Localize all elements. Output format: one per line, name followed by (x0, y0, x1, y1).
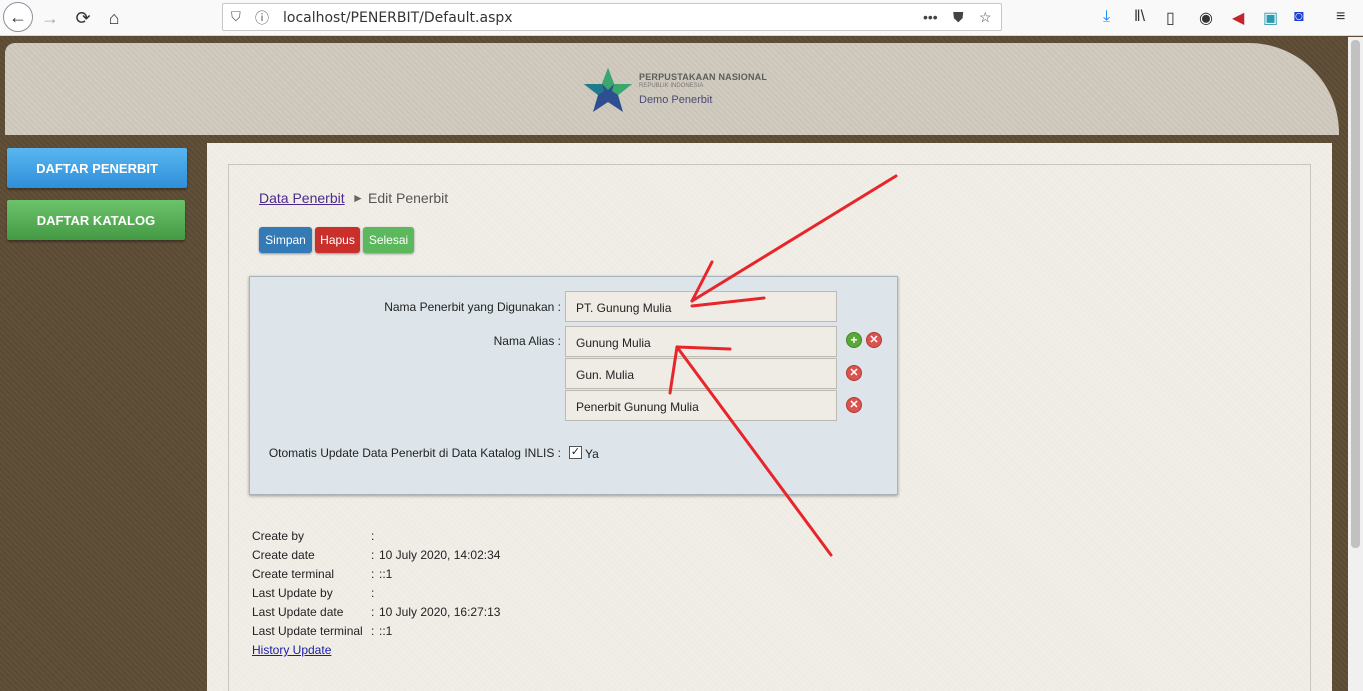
remove-alias-icon[interactable]: ✕ (846, 397, 862, 413)
meta-label: Last Update by (252, 586, 333, 600)
browser-toolbar: ← → ⟳ ⌂ ⛉ ⓘ localhost/PENERBIT/Default.a… (0, 0, 1363, 36)
menu-icon[interactable]: ≡ (1336, 8, 1345, 26)
logo-subtitle: REPUBLIK INDONESIA (639, 83, 704, 89)
selesai-button[interactable]: Selesai (363, 227, 414, 253)
alias-field-1[interactable]: Gunung Mulia (565, 326, 837, 357)
meta-colon: : (371, 529, 375, 543)
alias-field-3[interactable]: Penerbit Gunung Mulia (565, 390, 837, 421)
breadcrumb-arrow-icon: ► (352, 191, 364, 205)
auto-update-option-label: Ya (585, 447, 599, 461)
site-header (5, 43, 1339, 135)
meta-colon: : (371, 586, 375, 600)
reload-icon[interactable]: ⟳ (69, 4, 97, 32)
history-update-link[interactable]: History Update (252, 643, 331, 657)
meta-value: 10 July 2020, 16:27:13 (379, 605, 501, 619)
logo-star-icon (584, 68, 632, 112)
meta-colon: : (371, 548, 375, 562)
meta-label: Last Update date (252, 605, 344, 619)
meta-label: Create by (252, 529, 305, 543)
meta-value: ::1 (379, 624, 393, 638)
remove-alias-icon[interactable]: ✕ (846, 365, 862, 381)
forward-icon[interactable]: → (36, 4, 64, 32)
meta-label: Create terminal (252, 567, 335, 581)
meta-label: Last Update terminal (252, 624, 363, 638)
address-bar[interactable]: ⛉ ⓘ localhost/PENERBIT/Default.aspx ••• … (222, 3, 1002, 31)
bookmark-star-icon[interactable]: ☆ (979, 9, 992, 26)
meta-colon: : (371, 605, 375, 619)
sidebar-item-daftar-katalog[interactable]: DAFTAR KATALOG (7, 200, 185, 240)
alias-field-2[interactable]: Gun. Mulia (565, 358, 837, 389)
auto-update-label: Otomatis Update Data Penerbit di Data Ka… (268, 446, 561, 460)
meta-colon: : (371, 624, 375, 638)
url-text[interactable]: localhost/PENERBIT/Default.aspx (283, 10, 513, 26)
library-icon[interactable]: ‖\ (1134, 8, 1145, 26)
scroll-thumb[interactable] (1351, 40, 1360, 548)
save-extension-icon[interactable]: ▣ (1263, 8, 1278, 28)
hapus-button[interactable]: Hapus (315, 227, 360, 253)
auto-update-checkbox[interactable]: ✓ (569, 446, 582, 459)
download-icon[interactable]: ⤓ (1103, 8, 1110, 26)
meta-colon: : (371, 567, 375, 581)
logo-title: PERPUSTAKAAN NASIONAL (639, 72, 768, 82)
logo-app-name: Demo Penerbit (639, 94, 713, 106)
simpan-button[interactable]: Simpan (259, 227, 312, 253)
info-icon[interactable]: ⓘ (255, 8, 269, 28)
mute-icon[interactable]: ◀ (1232, 8, 1244, 28)
meta-label: Create date (252, 548, 315, 562)
nama-penerbit-label: Nama Penerbit yang Digunakan : (384, 300, 561, 314)
page-actions-icon[interactable]: ••• (923, 9, 938, 25)
nama-alias-label: Nama Alias : (493, 334, 561, 348)
remove-alias-icon[interactable]: ✕ (866, 332, 882, 348)
page-scrollbar[interactable] (1348, 37, 1363, 691)
sidebar-item-daftar-penerbit[interactable]: DAFTAR PENERBIT (7, 148, 187, 188)
shield-icon[interactable]: ⛉ (231, 9, 241, 25)
nama-penerbit-field[interactable]: PT. Gunung Mulia (565, 291, 837, 322)
sidebar-icon[interactable]: ▯ (1166, 8, 1175, 28)
breadcrumb-current: Edit Penerbit (368, 190, 449, 206)
meta-value: ::1 (379, 567, 393, 581)
meta-value: 10 July 2020, 14:02:34 (379, 548, 501, 562)
extension-icon[interactable]: ◙ (1294, 8, 1304, 26)
account-icon[interactable]: ◉ (1199, 8, 1213, 28)
home-icon[interactable]: ⌂ (100, 4, 128, 32)
add-alias-icon[interactable]: + (846, 332, 862, 348)
breadcrumb-data-penerbit[interactable]: Data Penerbit (259, 190, 345, 206)
pocket-icon[interactable]: ⛊ (953, 9, 964, 26)
back-icon[interactable]: ← (3, 2, 33, 32)
